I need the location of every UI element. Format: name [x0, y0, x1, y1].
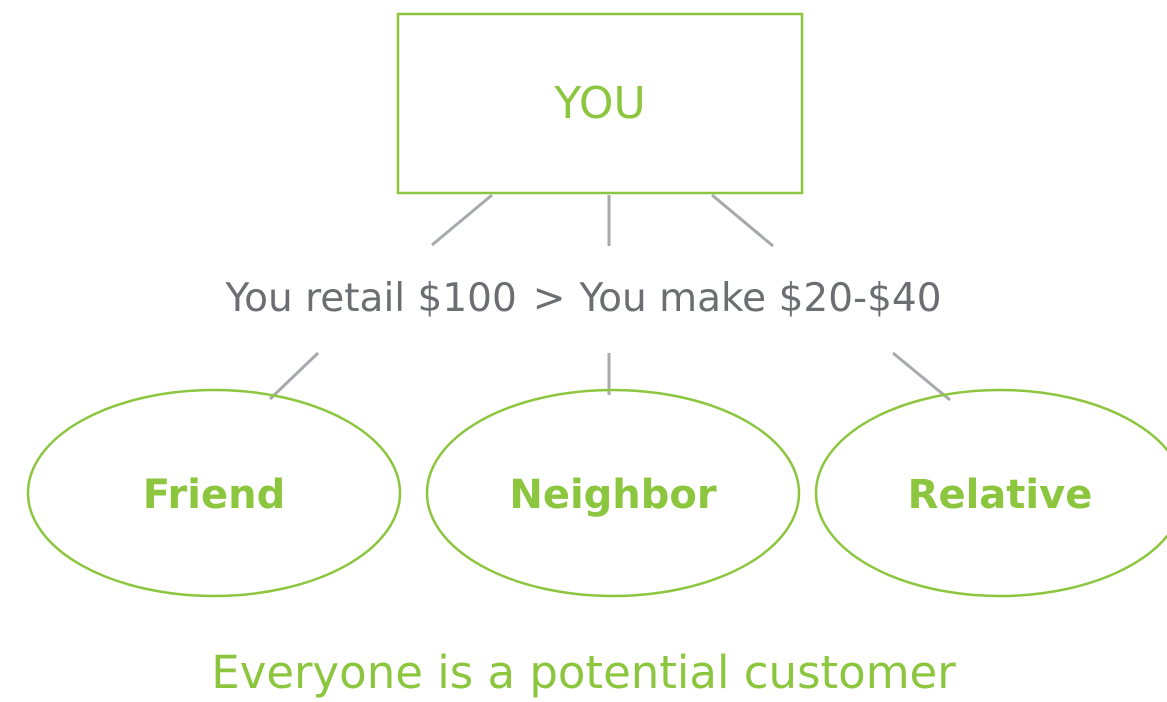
friend-label: Friend [142, 472, 286, 518]
connector-relative [892, 351, 951, 402]
connector-box-left [431, 193, 493, 247]
relative-label: Relative [907, 472, 1093, 518]
tagline: Everyone is a potential customer [211, 645, 956, 699]
retail-text: You retail $100 [225, 275, 517, 321]
earnings-text: You make $20-$40 [579, 275, 942, 321]
arrow-separator: > [532, 275, 566, 321]
you-label: YOU [554, 78, 646, 129]
commission-text: You retail $100 > You make $20-$40 [0, 268, 1167, 328]
connector-friend [268, 351, 320, 401]
connector-box-right [711, 193, 774, 248]
neighbor-label: Neighbor [509, 472, 717, 518]
